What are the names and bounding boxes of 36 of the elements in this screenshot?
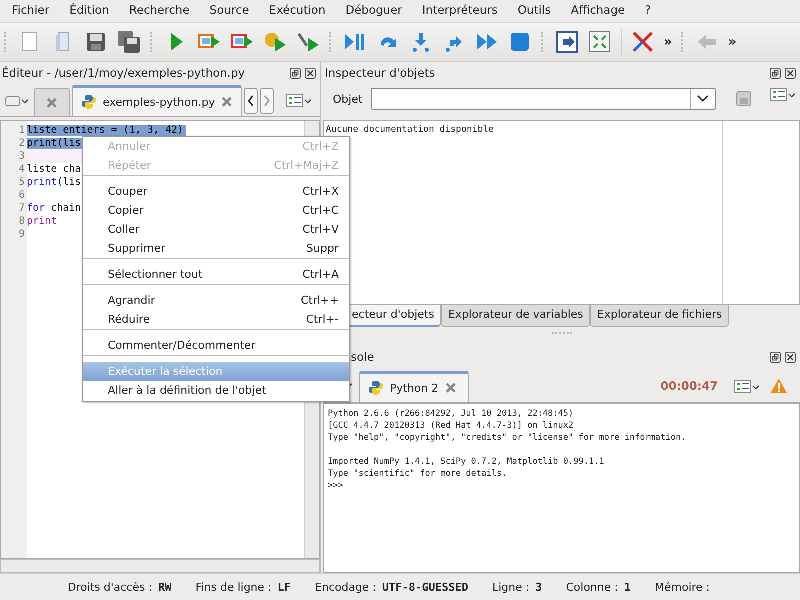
line-number: 1 <box>18 124 25 137</box>
status-value: LF <box>278 580 292 594</box>
pane-title: sole <box>350 350 376 364</box>
line-number: 9 <box>18 228 25 241</box>
line-number: 7 <box>18 202 25 215</box>
pane-title: Éditeur - /user/1/moy/exemples-python.py <box>2 66 246 80</box>
console-line: Python 2.6.6 (r266:84292, Jul 10 2013, 22:48:45) <box>328 408 575 420</box>
status-label: Ligne : <box>492 580 530 594</box>
code-line: liste_cha <box>27 164 82 175</box>
documentation-message: Aucune documentation disponible <box>326 125 494 135</box>
line-number: 5 <box>18 176 25 189</box>
code-line: for chain <box>27 203 82 214</box>
status-label: Fins de ligne : <box>196 580 272 594</box>
line-number: 8 <box>18 215 25 228</box>
elapsed-time: 00:00:47 <box>660 379 718 393</box>
status-value: 1 <box>624 580 631 594</box>
console-line: Type "help", "copyright", "credits" or "license" for more information. <box>328 432 688 444</box>
status-value: RW <box>158 580 172 594</box>
line-number: 2 <box>18 137 25 150</box>
line-number: 6 <box>18 189 25 202</box>
status-label: Colonne : <box>566 580 618 594</box>
status-label: Mémoire : <box>654 580 710 594</box>
console-line: Imported NumPy 1.4.1, SciPy 0.7.2, Matplotlib 0.99.1.1 <box>328 456 606 468</box>
code-line: print(lis <box>27 177 82 188</box>
object-label: Objet <box>333 92 363 106</box>
pane-title: Inspecteur d'objets <box>325 66 436 80</box>
status-value: 3 <box>536 580 542 594</box>
code-line: print <box>27 216 58 227</box>
status-label: Encodage : <box>315 580 376 594</box>
console-line: >>> <box>328 480 344 492</box>
line-number: 3 <box>18 150 25 163</box>
status-label: Droits d'accès : <box>68 580 152 594</box>
console-line: [GCC 4.4.7 20120313 (Red Hat 4.4.7-3)] on linux2 <box>328 420 575 432</box>
line-number: 4 <box>18 163 25 176</box>
status-value: UTF-8-GUESSED <box>382 580 468 594</box>
console-line: Type "scientific" for more details. <box>328 468 508 480</box>
